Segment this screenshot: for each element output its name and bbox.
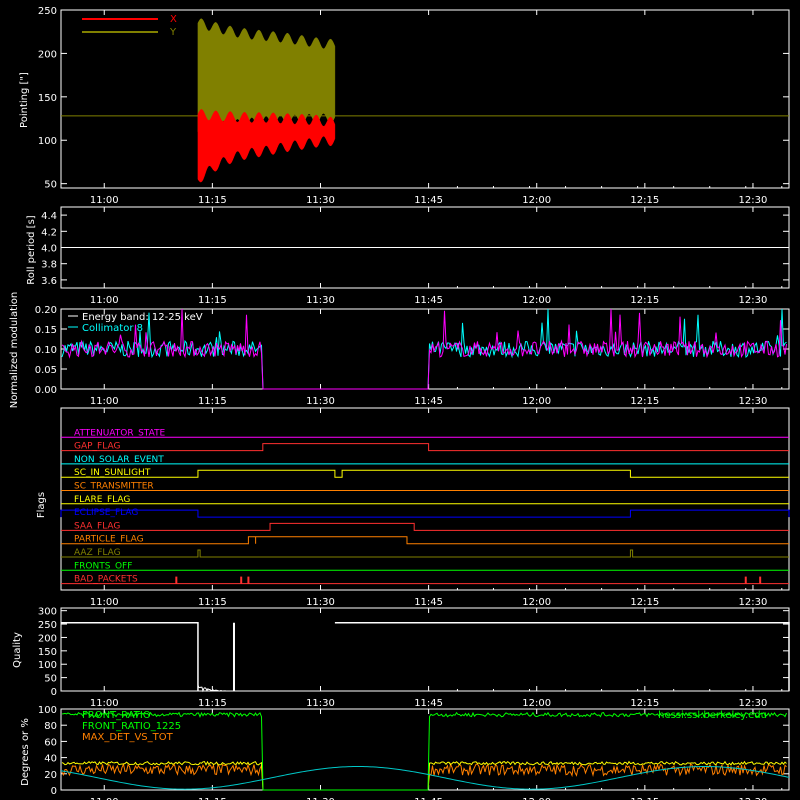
- flags-xtick-label: 11:00: [90, 597, 119, 608]
- flags-xtick-label: 11:15: [198, 597, 227, 608]
- roll-ytick-label: 4.4: [41, 211, 57, 222]
- pointing-ylabel: Pointing ["]: [19, 72, 30, 128]
- ratios-ytick-label: 60: [44, 737, 57, 748]
- modulation-xtick-label: 11:30: [306, 396, 335, 407]
- ratios-ylabel: Degrees or %: [20, 718, 31, 786]
- quality-xtick-label: 12:00: [522, 698, 551, 709]
- ratios-ytick-label: 0: [51, 786, 57, 797]
- flags-xtick-label: 12:30: [739, 597, 768, 608]
- pointing-xtick-label: 12:15: [630, 195, 659, 206]
- quality-ylabel: Quality: [12, 632, 23, 668]
- legend-front-ratio-1225: FRONT_RATIO_1225: [82, 721, 181, 732]
- modulation-ylabel: Normalized modulation: [9, 292, 20, 409]
- quality-ytick-label: 300: [38, 607, 57, 618]
- pointing-ytick-label: 200: [38, 49, 57, 60]
- flags-xtick-label: 12:00: [522, 597, 551, 608]
- quality-ytick-label: 50: [44, 674, 57, 685]
- flag-label: ECLIPSE_FLAG: [74, 508, 138, 518]
- modulation-ytick-label: 0.15: [35, 325, 57, 336]
- energy-band-annotation: Energy band: 12-25 keV: [82, 312, 203, 323]
- pointing-ytick-label: 100: [38, 136, 57, 147]
- pointing-ytick-label: 250: [38, 6, 57, 17]
- quality-ytick-label: 250: [38, 620, 57, 631]
- modulation-ytick-label: 0.05: [35, 365, 57, 376]
- roll-xtick-label: 11:30: [306, 295, 335, 306]
- flags-xtick-label: 11:30: [306, 597, 335, 608]
- figure-background: [0, 0, 800, 800]
- legend-x-label: X: [170, 14, 177, 25]
- pointing-xtick-label: 11:15: [198, 195, 227, 206]
- roll-ylabel: Roll period [s]: [26, 215, 37, 284]
- pointing-xtick-label: 11:45: [414, 195, 443, 206]
- roll-xtick-label: 12:15: [630, 295, 659, 306]
- roll-ytick-label: 3.6: [41, 276, 57, 287]
- flags-ylabel: Flags: [36, 492, 47, 518]
- quality-xtick-label: 12:15: [630, 698, 659, 709]
- quality-ytick-label: 200: [38, 633, 57, 644]
- pointing-xtick-label: 11:30: [306, 195, 335, 206]
- modulation-ytick-label: 0.10: [35, 345, 57, 356]
- roll-xtick-label: 11:45: [414, 295, 443, 306]
- flags-xtick-label: 12:15: [630, 597, 659, 608]
- roll-xtick-label: 12:30: [739, 295, 768, 306]
- ratios-ytick-label: 40: [44, 754, 57, 765]
- modulation-xtick-label: 12:00: [522, 396, 551, 407]
- quality-xtick-label: 11:00: [90, 698, 119, 709]
- modulation-xtick-label: 11:00: [90, 396, 119, 407]
- pointing-ytick-label: 50: [44, 180, 57, 191]
- roll-xtick-label: 12:00: [522, 295, 551, 306]
- modulation-ytick-label: 0.00: [35, 385, 57, 396]
- modulation-xtick-label: 12:30: [739, 396, 768, 407]
- pointing-xtick-label: 12:00: [522, 195, 551, 206]
- pointing-ytick-label: 150: [38, 93, 57, 104]
- roll-ytick-label: 4.2: [41, 227, 57, 238]
- ratios-ytick-label: 20: [44, 770, 57, 781]
- hessi-quicklook-figure: Pointing ["] X Y 5010015020025011:00 11:1…: [0, 0, 800, 800]
- modulation-xtick-label: 12:15: [630, 396, 659, 407]
- pointing-xtick-label: 12:30: [739, 195, 768, 206]
- ratios-ytick-label: 100: [38, 705, 57, 716]
- legend-y-label: Y: [169, 27, 177, 38]
- legend-max-det-vs-tot: MAX_DET_VS_TOT: [82, 732, 174, 743]
- quality-xtick-label: 11:15: [198, 698, 227, 709]
- modulation-xtick-label: 11:45: [414, 396, 443, 407]
- modulation-ytick-label: 0.20: [35, 305, 57, 316]
- roll-ytick-label: 4.0: [41, 244, 57, 255]
- quality-ytick-label: 100: [38, 660, 57, 671]
- pointing-xtick-label: 11:00: [90, 195, 119, 206]
- quality-xtick-label: 12:30: [739, 698, 768, 709]
- roll-xtick-label: 11:00: [90, 295, 119, 306]
- ratios-ytick-label: 80: [44, 721, 57, 732]
- quality-xtick-label: 11:30: [306, 698, 335, 709]
- collimator-annotation: Collimator 8: [82, 323, 143, 334]
- flags-xtick-label: 11:45: [414, 597, 443, 608]
- roll-ytick-label: 3.8: [41, 260, 57, 271]
- modulation-xtick-label: 11:15: [198, 396, 227, 407]
- roll-xtick-label: 11:15: [198, 295, 227, 306]
- quality-xtick-label: 11:45: [414, 698, 443, 709]
- quality-ytick-label: 150: [38, 647, 57, 658]
- quality-ytick-label: 0: [51, 687, 57, 698]
